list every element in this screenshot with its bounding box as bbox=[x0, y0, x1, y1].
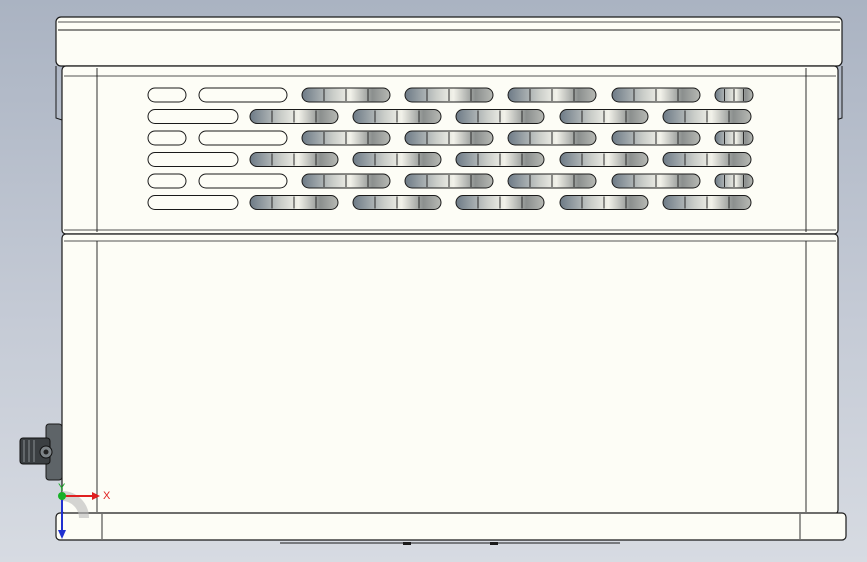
vent-slot bbox=[198, 173, 288, 189]
lower-housing[interactable] bbox=[61, 233, 839, 515]
vent-slot bbox=[198, 87, 288, 103]
vent-slot bbox=[198, 130, 288, 146]
vent-slot bbox=[147, 152, 239, 167]
vent-slot bbox=[147, 173, 187, 189]
vent-slot bbox=[147, 195, 239, 210]
base-plate[interactable] bbox=[55, 512, 847, 545]
vent-slot bbox=[147, 87, 187, 103]
vent-slot bbox=[147, 130, 187, 146]
side-connector[interactable] bbox=[19, 423, 63, 481]
vent-slot bbox=[147, 109, 239, 124]
y-axis-label: Y bbox=[58, 482, 66, 494]
cad-viewport[interactable]: X Y bbox=[0, 0, 867, 562]
x-axis-label: X bbox=[103, 490, 111, 502]
